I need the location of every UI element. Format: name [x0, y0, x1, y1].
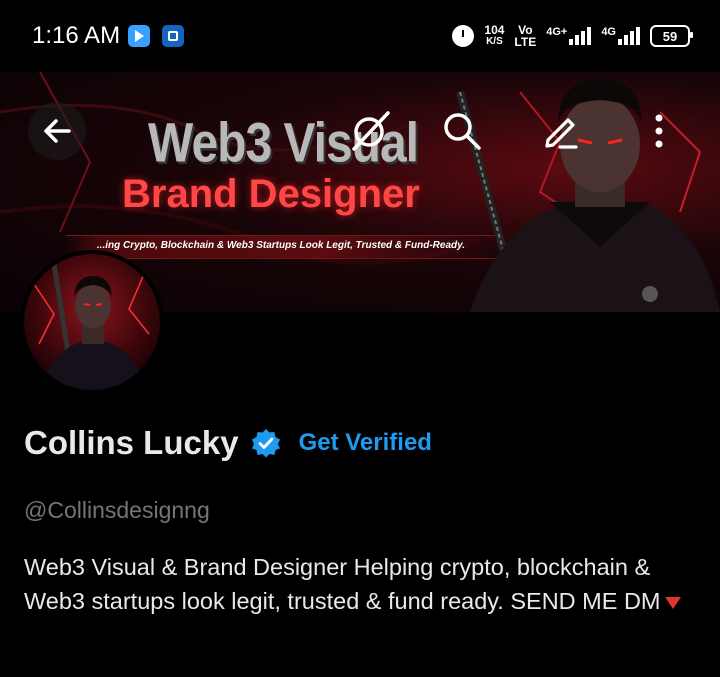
profile-name: Collins Lucky — [24, 424, 239, 461]
signal-strength-icon-2: 4G — [601, 27, 640, 45]
search-icon — [444, 113, 481, 150]
grok-icon — [352, 111, 390, 151]
verified-badge-icon — [251, 429, 280, 458]
banner-tagline-strip: ...ing Crypto, Blockchain & Web3 Startup… — [66, 235, 496, 259]
status-indicators: 104 K/S Vo LTE 4G+ 4G 59 — [452, 20, 693, 52]
edit-button[interactable] — [532, 102, 590, 160]
signal-strength-icon: 4G+ — [546, 27, 592, 45]
status-time: 1:16 AM — [32, 22, 121, 49]
avatar-image — [24, 254, 160, 390]
app-notification-icon — [128, 25, 150, 47]
back-button[interactable] — [28, 102, 86, 160]
avatar[interactable] — [20, 250, 164, 394]
grok-button[interactable] — [341, 102, 399, 160]
banner-tagline: ...ing Crypto, Blockchain & Web3 Startup… — [96, 240, 466, 251]
more-vertical-icon — [655, 114, 663, 148]
volte-indicator: Vo LTE — [514, 23, 537, 49]
banner-character-art — [456, 78, 720, 312]
profile-name-row: Collins Lucky Get Verified — [24, 424, 432, 462]
profile-bio-text: Web3 Visual & Brand Designer Helping cry… — [24, 554, 661, 614]
status-bar: 1:16 AM 104 K/S Vo LTE 4G+ 4G 59 — [0, 0, 720, 72]
alarm-icon — [452, 25, 475, 47]
search-button[interactable] — [433, 102, 491, 160]
get-verified-link[interactable]: Get Verified — [299, 429, 432, 457]
more-options-button[interactable] — [630, 102, 688, 160]
red-triangle-emoji-icon — [664, 596, 681, 609]
battery-icon: 59 — [650, 25, 693, 47]
network-speed: 104 K/S — [484, 23, 505, 47]
profile-bio: Web3 Visual & Brand Designer Helping cry… — [24, 550, 704, 618]
profile-handle: @Collinsdesignng — [24, 497, 210, 523]
edit-icon — [545, 118, 578, 149]
arrow-left-icon — [44, 119, 71, 143]
app-notification-icon-2 — [162, 25, 184, 47]
banner-title-line2: Brand Designer — [122, 172, 420, 216]
